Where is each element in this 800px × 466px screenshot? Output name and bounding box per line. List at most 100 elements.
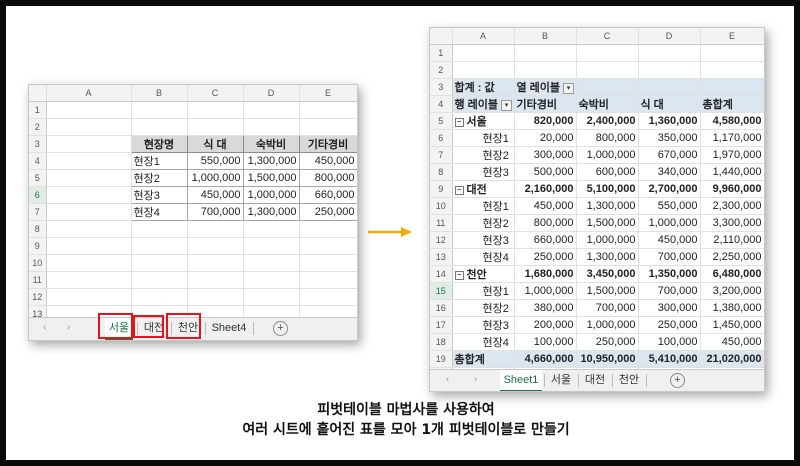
pivot-item-label[interactable]: 현장4 [452,333,515,351]
cell[interactable] [299,271,357,289]
row-header[interactable]: 11 [430,214,453,232]
add-sheet-button[interactable]: + [273,321,288,336]
value-cell[interactable]: 660,000 [298,186,357,204]
value-cell[interactable]: 1,000,000 [242,186,300,204]
cell[interactable] [514,61,577,79]
column-header[interactable]: B [131,85,188,102]
value-cell[interactable]: 450,000 [186,186,244,204]
pivot-column-header[interactable]: 총합계 [700,95,764,113]
sheet-tab-daejeon[interactable]: 대전 [581,370,609,390]
cell[interactable] [243,237,300,255]
pivot-item-label[interactable]: 현장2 [452,214,515,232]
pivot-value-cell[interactable]: 20,000 [514,129,577,147]
column-header[interactable]: E [700,28,764,45]
pivot-value-cell[interactable]: 1,500,000 [576,282,639,300]
row-header[interactable]: 7 [29,203,47,221]
pivot-group-subtotal[interactable]: 1,680,000 [514,265,577,283]
value-cell[interactable]: 450,000 [298,152,357,170]
pivot-group-label[interactable]: − 대전 [452,180,515,198]
cell[interactable] [700,61,764,79]
row-header[interactable]: 12 [29,288,47,306]
pivot-value-cell[interactable]: 600,000 [576,163,639,181]
cell[interactable] [46,220,132,238]
pivot-value-cell[interactable]: 100,000 [514,333,577,351]
pivot-group-subtotal[interactable]: 6,480,000 [700,265,764,283]
tab-scroll-prev-button[interactable]: ‹ [446,374,449,385]
pivot-group-subtotal[interactable]: 2,160,000 [514,180,577,198]
row-header[interactable]: 5 [29,169,47,187]
row-header[interactable]: 9 [29,237,47,255]
pivot-item-label[interactable]: 현장1 [452,129,515,147]
pivot-value-cell[interactable]: 700,000 [638,248,701,266]
row-header[interactable]: 12 [430,231,453,249]
tab-scroll-prev-button[interactable]: ‹ [43,322,46,333]
pivot-item-label[interactable]: 현장4 [452,248,515,266]
sheet-tab-seoul[interactable]: 서울 [547,370,575,390]
cell[interactable] [46,254,132,272]
tab-scroll-next-button[interactable]: › [67,322,70,333]
column-header[interactable]: A [46,85,132,102]
cell[interactable] [131,237,188,255]
pivot-value-cell[interactable]: 350,000 [638,129,701,147]
cell[interactable] [638,44,701,62]
pivot-value-cell[interactable]: 700,000 [638,282,701,300]
table-header-cell[interactable]: 기타경비 [298,135,357,153]
pivot-value-cell[interactable]: 500,000 [514,163,577,181]
pivot-value-cell[interactable]: 1,000,000 [514,282,577,300]
cell[interactable] [700,78,764,96]
pivot-value-cell[interactable]: 2,250,000 [700,248,764,266]
pivot-value-cell[interactable]: 380,000 [514,299,577,317]
column-header[interactable]: D [243,85,300,102]
row-header[interactable]: 7 [430,146,453,164]
row-header[interactable]: 4 [29,152,47,170]
cell[interactable] [131,271,188,289]
sheet-tab-cheonan[interactable]: 천안 [615,370,643,390]
pivot-item-label[interactable]: 현장2 [452,146,515,164]
row-header[interactable]: 14 [430,265,453,283]
pivot-value-cell[interactable]: 2,300,000 [700,197,764,215]
pivot-value-cell[interactable]: 1,300,000 [576,197,639,215]
cell[interactable] [452,61,515,79]
select-all-corner[interactable] [430,28,453,45]
cell[interactable] [46,118,132,136]
cell[interactable] [243,220,300,238]
pivot-group-subtotal[interactable]: 3,450,000 [576,265,639,283]
collapse-minus-icon[interactable]: − [454,185,464,195]
pivot-value-cell[interactable]: 3,200,000 [700,282,764,300]
site-name-cell[interactable]: 현장3 [130,186,188,204]
pivot-value-cell[interactable]: 800,000 [576,129,639,147]
pivot-value-cell[interactable]: 1,440,000 [700,163,764,181]
row-header[interactable]: 19 [430,350,453,368]
row-header[interactable]: 6 [430,129,453,147]
cell[interactable] [638,61,701,79]
cell[interactable] [299,118,357,136]
site-name-cell[interactable]: 현장1 [130,152,188,170]
value-cell[interactable]: 1,000,000 [186,169,244,187]
column-header[interactable]: A [452,28,515,45]
pivot-value-cell[interactable]: 300,000 [514,146,577,164]
cell[interactable] [243,101,300,119]
cell[interactable] [46,101,132,119]
cell[interactable] [576,61,639,79]
cell[interactable] [299,220,357,238]
pivot-grand-total-cell[interactable]: 5,410,000 [638,350,701,368]
pivot-value-cell[interactable]: 300,000 [638,299,701,317]
cell[interactable] [131,118,188,136]
sheet-tab-sheet4[interactable]: Sheet4 [209,318,249,338]
pivot-value-cell[interactable]: 340,000 [638,163,701,181]
pivot-value-cell[interactable]: 450,000 [700,333,764,351]
collapse-minus-icon[interactable]: − [454,117,464,127]
site-name-cell[interactable]: 현장4 [130,203,188,221]
cell[interactable] [131,254,188,272]
pivot-value-cell[interactable]: 660,000 [514,231,577,249]
cell[interactable] [299,254,357,272]
column-header[interactable]: C [576,28,639,45]
pivot-group-subtotal[interactable]: 1,360,000 [638,112,701,130]
row-header[interactable]: 1 [29,101,47,119]
row-header[interactable]: 13 [430,248,453,266]
cell[interactable] [46,152,132,170]
cell[interactable] [46,203,132,221]
cell[interactable] [187,101,244,119]
cell[interactable] [46,271,132,289]
pivot-value-cell[interactable]: 670,000 [638,146,701,164]
